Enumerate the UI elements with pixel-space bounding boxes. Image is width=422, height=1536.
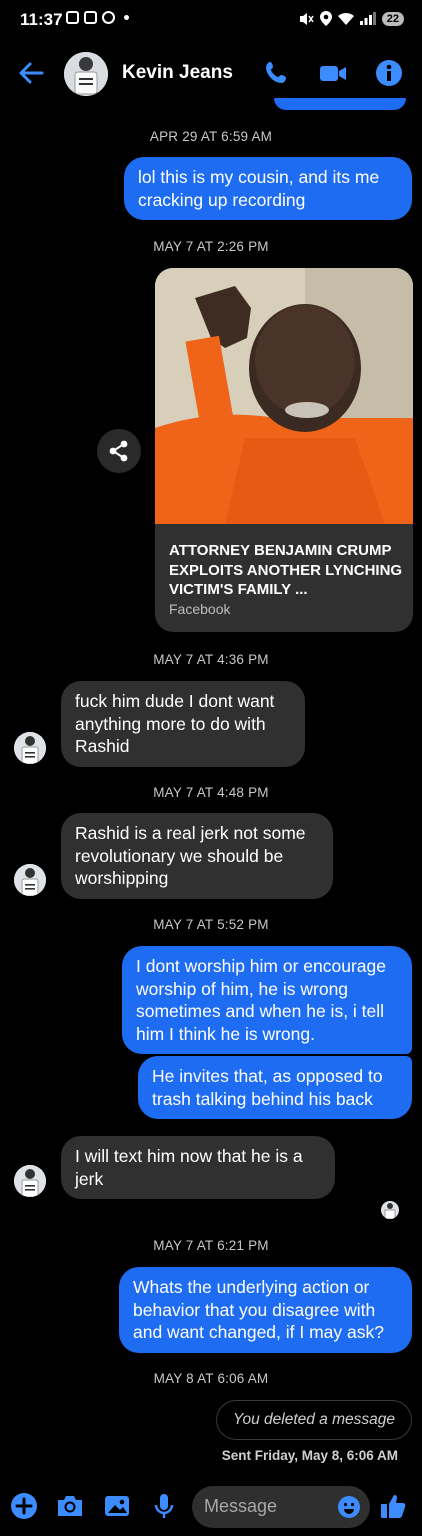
camera-icon[interactable]	[54, 1490, 86, 1522]
contact-name[interactable]: Kevin Jeans	[122, 62, 233, 84]
timestamp: APR 29 AT 6:59 AM	[149, 129, 273, 144]
info-icon[interactable]	[374, 58, 404, 88]
location-icon	[319, 11, 332, 26]
back-arrow-icon[interactable]	[16, 58, 46, 88]
phone-icon[interactable]	[262, 58, 292, 88]
timestamp: MAY 7 AT 6:21 PM	[153, 1238, 269, 1253]
link-source: Facebook	[169, 601, 231, 617]
chat-header: Kevin Jeans	[0, 44, 422, 104]
status-time: 11:37	[20, 10, 63, 29]
incoming-message[interactable]: Rashid is a real jerk not some revolutio…	[61, 813, 333, 899]
timestamp: MAY 7 AT 4:48 PM	[153, 785, 269, 800]
link-title: ATTORNEY BENJAMIN CRUMP EXPLOITS ANOTHER…	[169, 542, 403, 598]
outgoing-message[interactable]: Whats the underlying action or behavior …	[119, 1267, 412, 1353]
more-notifications-icon	[124, 15, 129, 20]
link-preview-card[interactable]: ATTORNEY BENJAMIN CRUMP EXPLOITS ANOTHER…	[155, 268, 413, 632]
screenshot-icon	[66, 11, 79, 24]
wifi-icon	[337, 12, 354, 25]
thumbs-up-icon[interactable]	[378, 1490, 410, 1522]
app-icon	[102, 11, 115, 24]
sent-status: Sent Friday, May 8, 6:06 AM	[221, 1448, 398, 1463]
bookmark-icon	[84, 11, 97, 24]
sender-avatar[interactable]	[14, 864, 46, 896]
mic-icon[interactable]	[148, 1490, 180, 1522]
sender-avatar[interactable]	[14, 1165, 46, 1197]
video-icon[interactable]	[318, 58, 348, 88]
gallery-icon[interactable]	[101, 1490, 133, 1522]
outgoing-message[interactable]: I dont worship him or encourage worship …	[122, 946, 412, 1054]
previous-bubble-edge	[274, 98, 406, 110]
timestamp: MAY 7 AT 4:36 PM	[153, 652, 269, 667]
timestamp: MAY 7 AT 5:52 PM	[153, 917, 269, 932]
seen-avatar	[381, 1201, 399, 1219]
share-button[interactable]	[97, 429, 141, 473]
outgoing-message[interactable]: He invites that, as opposed to trash tal…	[138, 1056, 412, 1119]
battery-level: 22	[381, 11, 404, 26]
deleted-message[interactable]: You deleted a message	[216, 1400, 412, 1440]
status-bar: 11:37 22	[0, 0, 422, 40]
emoji-icon[interactable]	[337, 1495, 361, 1519]
notification-icons	[66, 11, 129, 24]
mute-icon	[299, 12, 314, 25]
link-preview-image	[155, 268, 413, 524]
message-composer: Message	[0, 1482, 422, 1536]
incoming-message[interactable]: fuck him dude I dont want anything more …	[61, 681, 305, 767]
incoming-message[interactable]: I will text him now that he is a jerk	[61, 1136, 335, 1199]
system-icons: 22	[298, 11, 404, 26]
outgoing-message[interactable]: lol this is my cousin, and its me cracki…	[124, 157, 412, 220]
plus-icon[interactable]	[8, 1490, 40, 1522]
timestamp: MAY 7 AT 2:26 PM	[153, 239, 269, 254]
message-input[interactable]: Message	[192, 1486, 370, 1528]
timestamp: MAY 8 AT 6:06 AM	[153, 1371, 269, 1386]
share-icon	[109, 440, 128, 462]
sender-avatar[interactable]	[14, 732, 46, 764]
signal-icon	[359, 12, 376, 25]
contact-avatar[interactable]	[64, 52, 108, 96]
message-placeholder: Message	[204, 1496, 278, 1516]
